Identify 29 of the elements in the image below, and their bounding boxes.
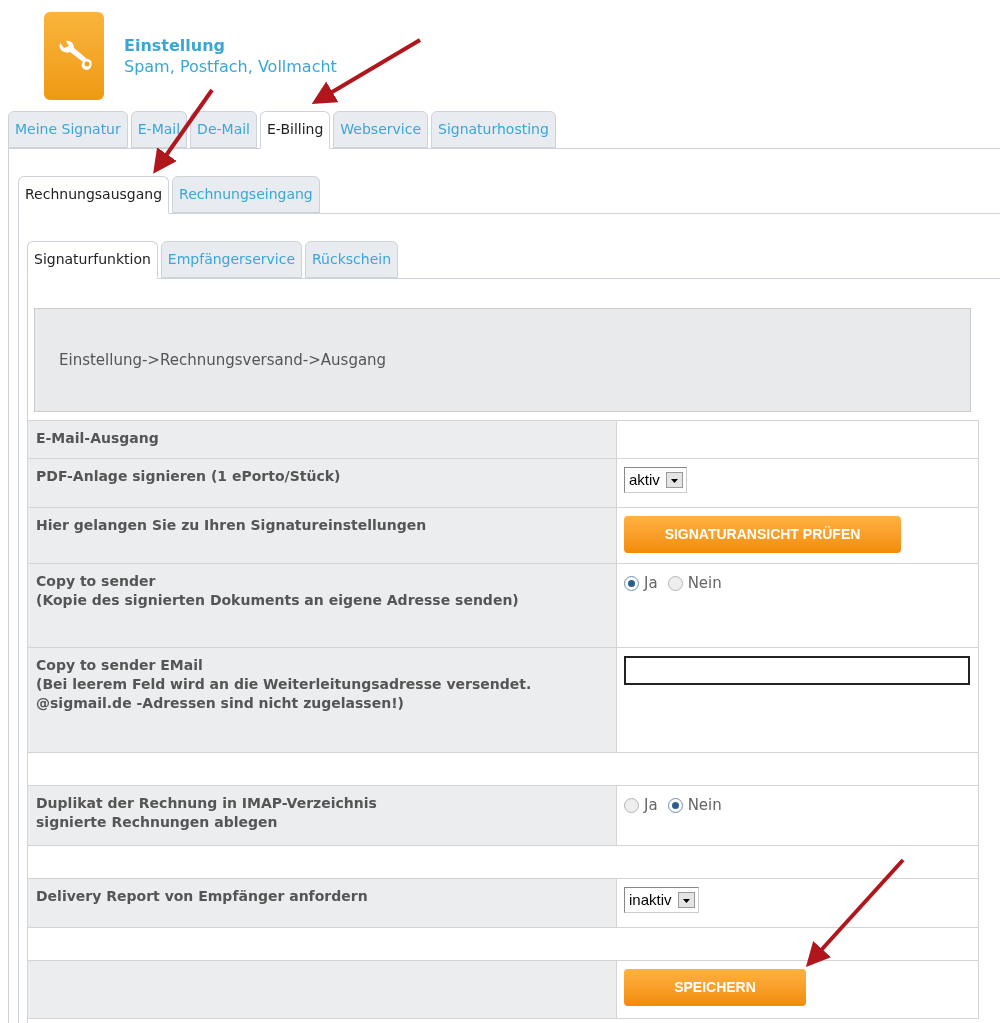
action-button[interactable]: SPEICHERN [624, 969, 806, 1006]
dropdown[interactable]: aktiv [624, 467, 687, 493]
tab[interactable]: De-Mail [190, 111, 257, 148]
label-cell: E-Mail-Ausgang [28, 421, 617, 458]
radio-label: Ja [644, 573, 658, 594]
radio-label: Nein [687, 795, 722, 816]
tab[interactable]: E-Mail [130, 111, 188, 148]
radio-label: Ja [644, 795, 658, 816]
page-subtitle: Spam, Postfach, Vollmacht [124, 56, 337, 77]
tab[interactable]: Signaturfunktion [27, 241, 158, 279]
tab[interactable]: Rückschein [305, 241, 399, 278]
label-cell: Copy to sender (Kopie des signierten Dokuments an eigene Adresse senden) [28, 564, 617, 647]
tab[interactable]: Meine Signatur [8, 111, 128, 148]
radio-label: Nein [687, 573, 722, 594]
breadcrumb: Einstellung->Rechnungsversand->Ausgang [59, 349, 387, 371]
label-cell: Hier gelangen Sie zu Ihren Signatureinstellungen [28, 508, 617, 563]
page-title: Einstellung [124, 35, 227, 56]
dropdown[interactable]: inaktiv [624, 887, 699, 913]
tab[interactable]: Rechnungsausgang [18, 176, 170, 214]
action-button[interactable]: SIGNATURANSICHT PRÜFEN [624, 516, 901, 553]
label-cell: Duplikat der Rechnung in IMAP-Verzeichnis signierte Rechnungen ablegen [28, 786, 617, 845]
label-cell: Copy to sender EMail (Bei leerem Feld wird an die Weiterleitungsadresse versendet. @sigmail.de -Adressen sind nicht zugelassen!) [28, 648, 617, 752]
tab[interactable]: Signaturhosting [431, 111, 556, 148]
label-cell: Delivery Report von Empfänger anfordern [28, 879, 617, 927]
tab[interactable]: Webservice [333, 111, 428, 148]
tab[interactable]: E-Billing [260, 111, 331, 149]
label-cell: PDF-Anlage signieren (1 ePorto/Stück) [28, 459, 617, 507]
tab[interactable]: Rechnungseingang [172, 176, 320, 213]
tab[interactable]: Empfängerservice [160, 241, 302, 278]
